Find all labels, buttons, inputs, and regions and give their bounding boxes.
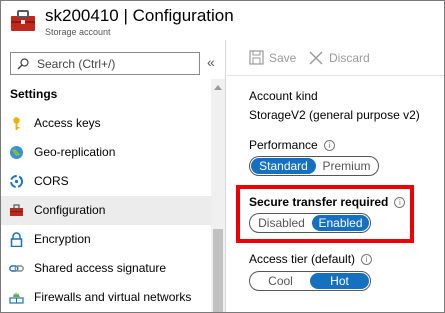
section-heading-settings: Settings — [10, 87, 58, 101]
sidebar-item-label: Configuration — [34, 203, 106, 217]
performance-option-premium[interactable]: Premium — [316, 158, 377, 174]
lock-icon — [10, 232, 23, 247]
toolbox-icon — [10, 204, 23, 216]
storage-account-icon — [11, 10, 35, 31]
sidebar-item-label: Firewalls and virtual networks — [34, 290, 192, 304]
key-icon — [13, 117, 20, 130]
search-box[interactable] — [10, 52, 200, 75]
account-kind-value: StorageV2 (general purpose v2) — [249, 108, 420, 122]
configuration-pane: Save Discard Account kind StorageV2 (gen… — [227, 40, 444, 312]
sidebar-nav: Access keys Geo-replication CORS Configu… — [1, 109, 211, 312]
highlight-box — [236, 185, 414, 243]
sidebar-item-shared-access-signature[interactable]: Shared access signature — [1, 254, 211, 283]
window-frame: sk200410 | Configuration Storage account… — [0, 0, 445, 313]
sidebar-item-cors[interactable]: CORS — [1, 167, 211, 196]
sidebar: « Settings Access keys Geo-replication — [1, 40, 226, 312]
discard-label: Discard — [329, 51, 370, 65]
sidebar-item-firewalls[interactable]: Firewalls and virtual networks — [1, 283, 211, 312]
blade-header: sk200410 | Configuration Storage account — [1, 1, 444, 40]
sidebar-item-label: Shared access signature — [34, 261, 167, 275]
account-kind-label: Account kind — [249, 89, 318, 103]
sidebar-item-label: CORS — [34, 174, 69, 188]
access-tier-option-hot[interactable]: Hot — [310, 273, 369, 289]
access-tier-label-text: Access tier (default) — [249, 252, 356, 266]
access-tier-label: Access tier (default) i — [249, 252, 373, 266]
sidebar-item-configuration[interactable]: Configuration — [1, 196, 211, 225]
search-input[interactable] — [37, 55, 197, 72]
info-icon[interactable]: i — [361, 254, 373, 265]
performance-option-standard[interactable]: Standard — [251, 158, 316, 174]
firewall-icon — [9, 292, 24, 304]
access-tier-toggle[interactable]: Cool Hot — [249, 271, 371, 291]
performance-toggle[interactable]: Standard Premium — [249, 156, 379, 176]
sidebar-item-label: Encryption — [34, 232, 91, 246]
info-icon[interactable]: i — [323, 140, 335, 151]
sidebar-item-geo-replication[interactable]: Geo-replication — [1, 138, 211, 167]
close-icon — [309, 51, 323, 65]
globe-icon — [10, 146, 23, 159]
save-label: Save — [269, 51, 297, 65]
command-bar: Save Discard — [227, 40, 444, 76]
page-subtitle: Storage account — [45, 27, 111, 37]
page-title: sk200410 | Configuration — [45, 6, 234, 25]
sidebar-item-label: Geo-replication — [34, 145, 116, 159]
collapse-menu-button[interactable]: « — [207, 54, 215, 70]
link-icon — [9, 265, 24, 272]
performance-label: Performance i — [249, 138, 335, 152]
scroll-up-arrow-icon[interactable] — [214, 85, 222, 90]
sidebar-scrollbar[interactable] — [211, 79, 225, 312]
sidebar-item-encryption[interactable]: Encryption — [1, 225, 211, 254]
search-icon — [17, 58, 29, 70]
sidebar-item-access-keys[interactable]: Access keys — [1, 109, 211, 138]
save-icon — [249, 50, 264, 65]
performance-label-text: Performance — [249, 138, 318, 152]
sidebar-item-label: Access keys — [34, 116, 101, 130]
save-button[interactable]: Save — [249, 50, 309, 66]
cors-icon — [10, 175, 23, 188]
discard-button[interactable]: Discard — [309, 50, 389, 66]
scrollbar-thumb[interactable] — [213, 229, 223, 312]
access-tier-option-cool[interactable]: Cool — [251, 273, 310, 289]
